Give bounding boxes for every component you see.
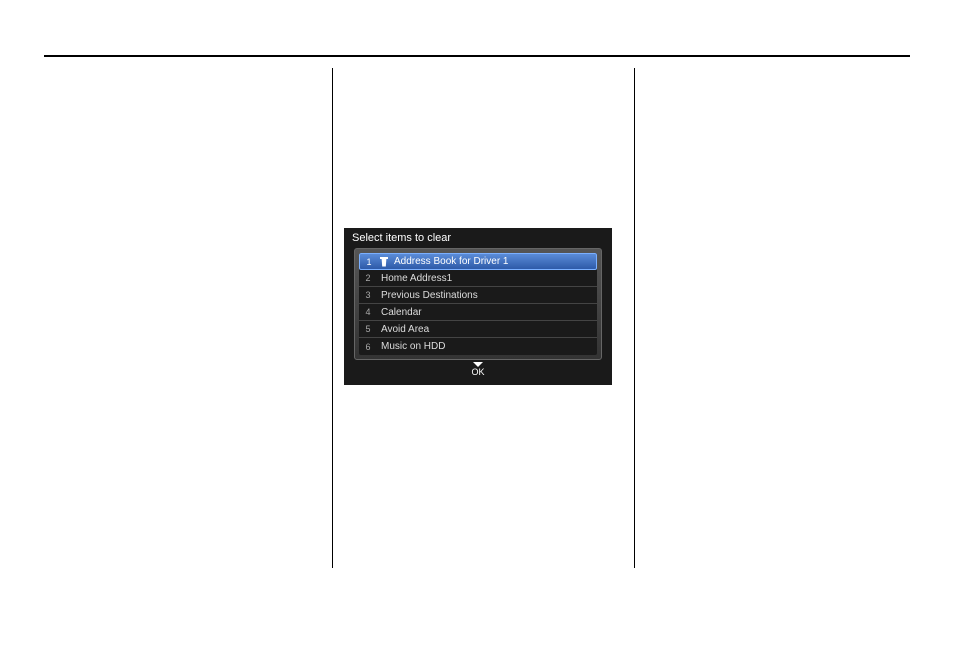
- menu-item-number: 5: [359, 324, 377, 334]
- screen-bezel-inner: 1 Address Book for Driver 1 2Home Address1…: [354, 248, 602, 360]
- screen-bezel: 1 Address Book for Driver 1 2Home Address1…: [344, 248, 612, 379]
- menu-item[interactable]: 4Calendar: [359, 304, 597, 321]
- menu-item-label: Home Address1: [377, 273, 597, 284]
- menu-list: 1 Address Book for Driver 1 2Home Address1…: [359, 253, 597, 355]
- menu-item-label: Address Book for Driver 1: [390, 256, 596, 267]
- menu-item-number: 1: [360, 257, 378, 267]
- menu-item[interactable]: 2Home Address1: [359, 270, 597, 287]
- menu-item-label: Avoid Area: [377, 324, 597, 335]
- menu-item-number: 6: [359, 342, 377, 352]
- embedded-screenshot: Select items to clear 1 Address Book for …: [344, 228, 612, 385]
- screen-title: Select items to clear: [344, 228, 612, 248]
- menu-item-label: Previous Destinations: [377, 290, 597, 301]
- menu-item[interactable]: 5Avoid Area: [359, 321, 597, 338]
- menu-item[interactable]: 6Music on HDD: [359, 338, 597, 355]
- ok-label: OK: [471, 367, 484, 377]
- page-top-rule: [44, 55, 910, 57]
- content-columns: Select items to clear 1 Address Book for …: [44, 68, 910, 568]
- column-divider: [332, 68, 333, 568]
- menu-item-number: 2: [359, 273, 377, 283]
- menu-item-number: 4: [359, 307, 377, 317]
- menu-item-label: Calendar: [377, 307, 597, 318]
- menu-item-number: 3: [359, 290, 377, 300]
- menu-item[interactable]: 1 Address Book for Driver 1: [359, 253, 597, 270]
- trash-icon: [380, 257, 388, 267]
- ok-control[interactable]: OK: [354, 360, 602, 377]
- column-divider: [634, 68, 635, 568]
- menu-item-label: Music on HDD: [377, 341, 597, 352]
- menu-item[interactable]: 3Previous Destinations: [359, 287, 597, 304]
